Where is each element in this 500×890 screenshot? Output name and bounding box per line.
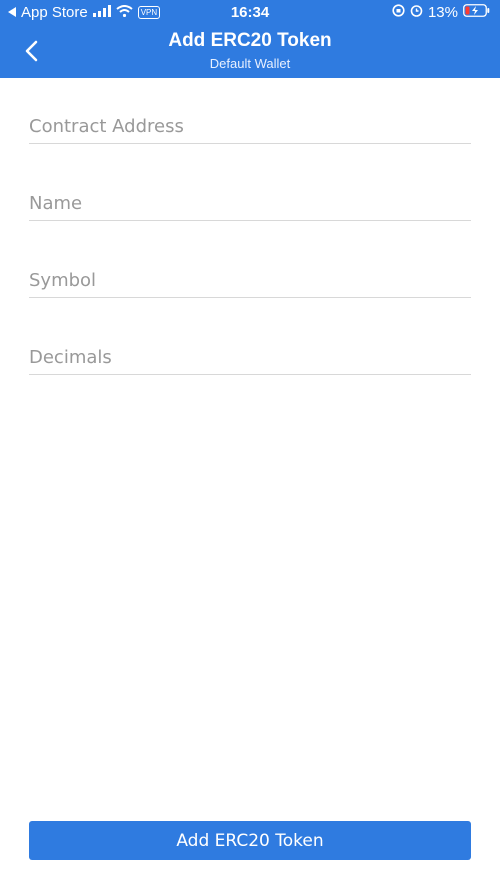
contract-address-input[interactable] xyxy=(29,112,471,140)
decimals-field xyxy=(29,331,471,408)
battery-icon xyxy=(463,4,490,21)
add-token-form xyxy=(29,100,471,408)
battery-percent: 13% xyxy=(427,4,458,21)
field-divider xyxy=(29,374,471,375)
page-subtitle: Default Wallet xyxy=(209,56,291,71)
orientation-lock-icon xyxy=(392,4,405,21)
field-divider xyxy=(29,143,471,144)
contract-address-field xyxy=(29,100,471,177)
field-divider xyxy=(29,297,471,298)
page-title: Add ERC20 Token xyxy=(168,30,332,51)
alarm-icon xyxy=(410,4,423,21)
add-erc20-token-button[interactable]: Add ERC20 Token xyxy=(29,821,471,860)
status-right: 13% xyxy=(392,4,490,21)
name-field xyxy=(29,177,471,254)
header-bar: App Store VPN 16:34 13% Add ERC20 Token … xyxy=(0,0,500,78)
status-bar: App Store VPN 16:34 13% xyxy=(0,0,500,26)
symbol-input[interactable] xyxy=(29,266,471,294)
decimals-input[interactable] xyxy=(29,343,471,371)
symbol-field xyxy=(29,254,471,331)
field-divider xyxy=(29,220,471,221)
name-input[interactable] xyxy=(29,189,471,217)
